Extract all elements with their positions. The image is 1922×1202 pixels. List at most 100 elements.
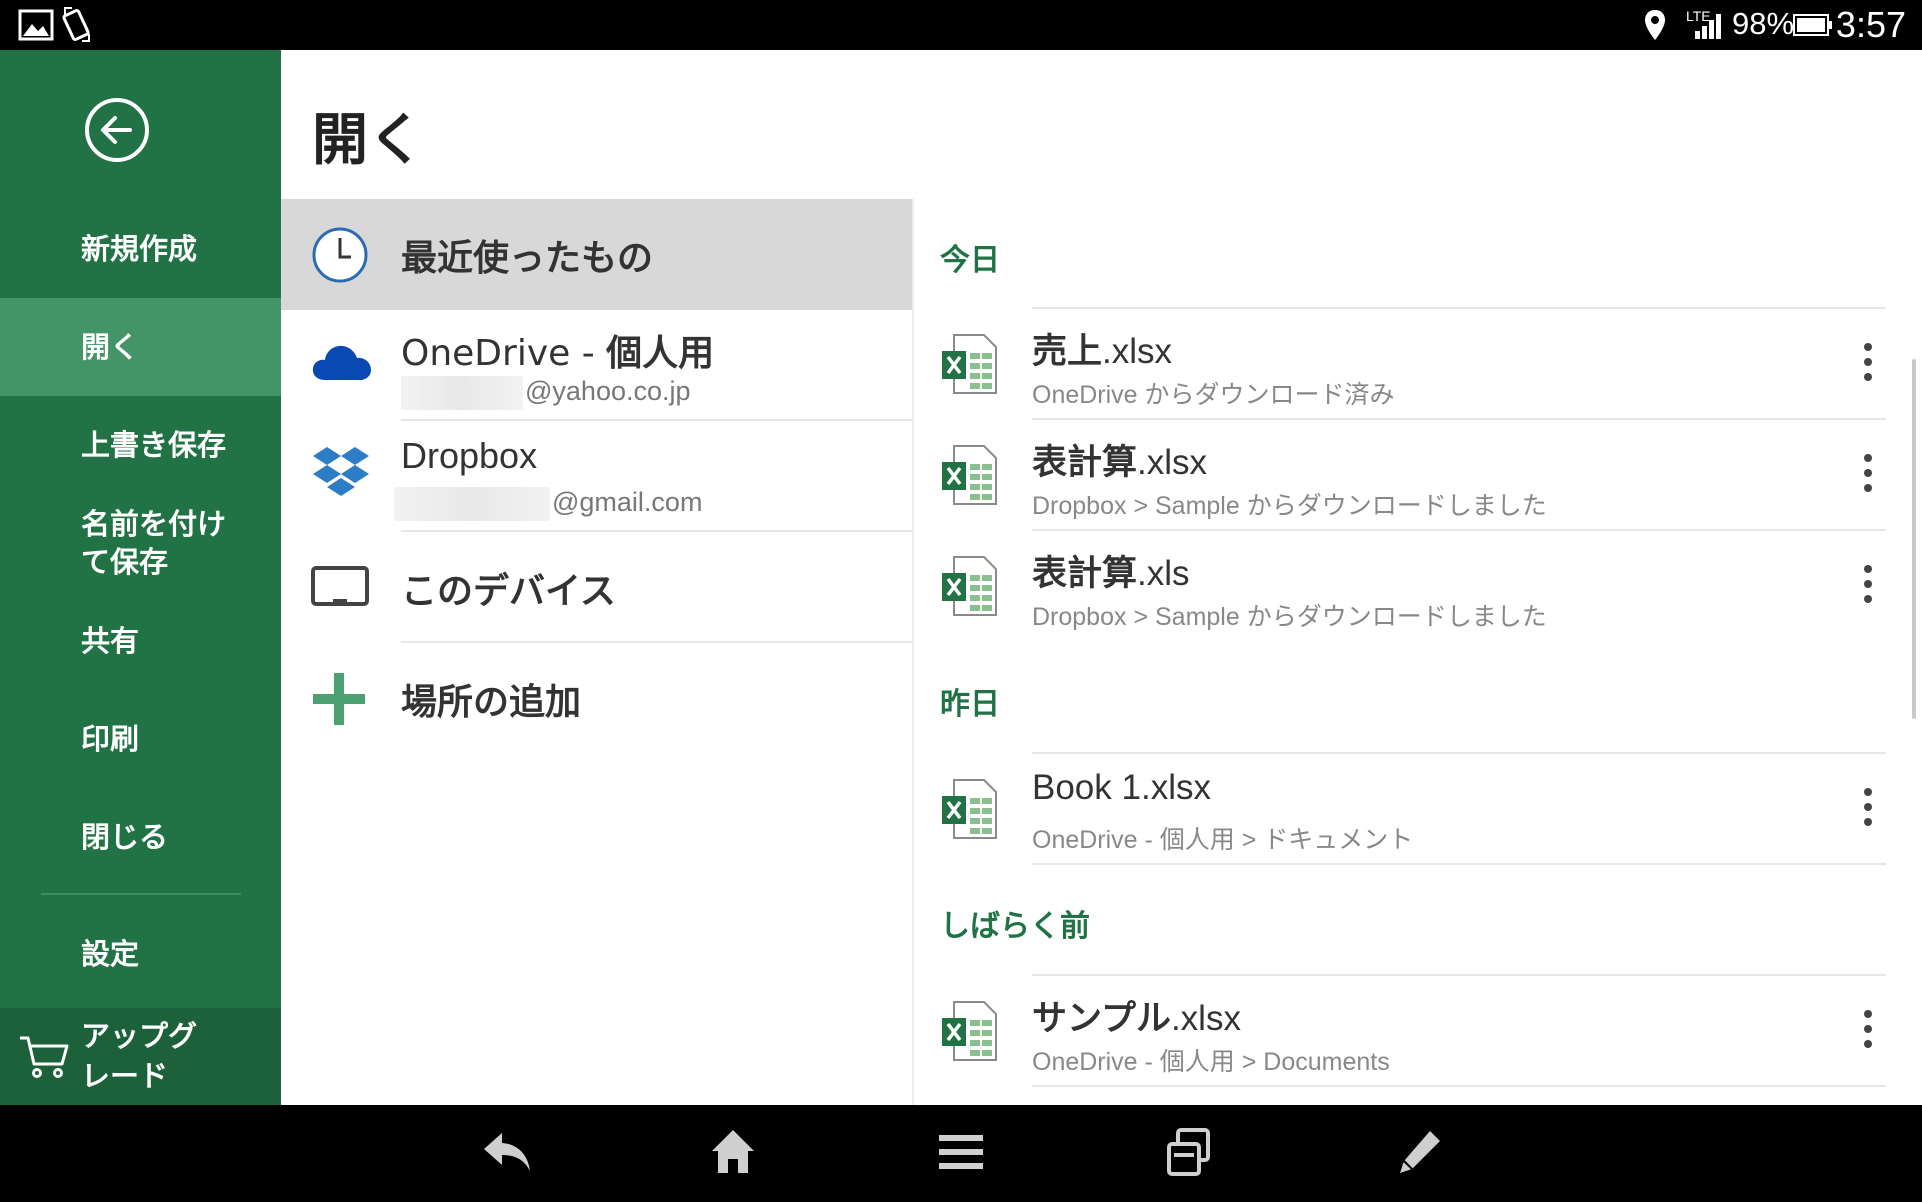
sidebar-item-label: 上書き保存 bbox=[81, 428, 227, 462]
file-extension: .xlsx bbox=[1170, 999, 1241, 1038]
plus-icon bbox=[313, 673, 365, 725]
place-account: @gmail.com bbox=[394, 487, 702, 521]
backstage-sidebar: 新規作成 開く 上書き保存 名前を付け て保存 共有 印刷 閉じる 設定 アップ… bbox=[0, 50, 281, 1105]
account-email: @gmail.com bbox=[552, 487, 703, 518]
file-name: 表計算.xls bbox=[1032, 545, 1190, 596]
separator bbox=[1032, 863, 1886, 865]
file-base-name: 売上 bbox=[1032, 332, 1103, 372]
scrollbar[interactable] bbox=[1912, 359, 1916, 719]
sidebar-item-label: 共有 bbox=[81, 624, 140, 658]
file-row[interactable]: サンプル.xlsx OneDrive - 個人用 > Documents bbox=[914, 976, 1922, 1087]
place-label: Dropbox bbox=[401, 435, 538, 476]
file-base-name: 表計算 bbox=[1032, 554, 1138, 594]
file-extension: .xlsx bbox=[1140, 768, 1211, 807]
recent-apps-icon[interactable] bbox=[1164, 1127, 1214, 1177]
place-label: OneDrive - 個人用 bbox=[401, 324, 714, 376]
file-row[interactable]: 売上.xlsx OneDrive からダウンロード済み bbox=[914, 309, 1922, 420]
file-extension: .xlsx bbox=[1137, 443, 1208, 482]
places-list: 最近使ったもの OneDrive - 個人用 @yahoo.co.jp Drop… bbox=[281, 199, 912, 1105]
more-vertical-icon[interactable] bbox=[1856, 561, 1880, 607]
group-heading-today: 今日 bbox=[940, 243, 1000, 278]
separator bbox=[1032, 1085, 1886, 1087]
sidebar-item-open[interactable]: 開く bbox=[0, 298, 281, 396]
clock-time: 3:57 bbox=[1835, 4, 1906, 45]
sidebar-item-new[interactable]: 新規作成 bbox=[0, 200, 281, 298]
excel-open-screen: 新規作成 開く 上書き保存 名前を付け て保存 共有 印刷 閉じる 設定 アップ… bbox=[0, 50, 1922, 1105]
place-label-bold: 個人用 bbox=[606, 333, 715, 374]
sidebar-item-label: 新規作成 bbox=[81, 232, 198, 266]
file-row[interactable]: 表計算.xlsx Dropbox > Sample からダウンロードしました bbox=[914, 420, 1922, 531]
place-onedrive[interactable]: OneDrive - 個人用 @yahoo.co.jp bbox=[281, 310, 912, 421]
file-row[interactable]: Book 1.xlsx OneDrive - 個人用 > ドキュメント bbox=[914, 754, 1922, 865]
file-base-name: 表計算 bbox=[1032, 443, 1138, 483]
group-heading-yesterday: 昨日 bbox=[940, 687, 1000, 722]
sidebar-item-save-as[interactable]: 名前を付け て保存 bbox=[0, 494, 281, 592]
cloud-icon bbox=[312, 345, 371, 380]
sidebar-item-label: 設定 bbox=[81, 937, 140, 971]
more-vertical-icon[interactable] bbox=[1856, 1006, 1880, 1052]
location-icon bbox=[1645, 10, 1665, 40]
file-location: OneDrive - 個人用 > ドキュメント bbox=[1032, 826, 1414, 854]
place-label: 最近使ったもの bbox=[401, 238, 654, 279]
file-name: 表計算.xlsx bbox=[1032, 434, 1207, 485]
file-location: OneDrive - 個人用 > Documents bbox=[1032, 1048, 1390, 1076]
home-icon[interactable] bbox=[710, 1127, 756, 1177]
sidebar-item-close[interactable]: 閉じる bbox=[0, 788, 281, 886]
excel-file-icon bbox=[942, 334, 997, 394]
signal-icon bbox=[1695, 14, 1721, 39]
excel-file-icon bbox=[942, 556, 997, 616]
status-bar: LTE 98% 3:57 bbox=[0, 0, 1922, 50]
sidebar-item-settings[interactable]: 設定 bbox=[0, 905, 281, 1003]
more-vertical-icon[interactable] bbox=[1856, 339, 1880, 385]
place-label: 場所の追加 bbox=[401, 682, 582, 723]
more-vertical-icon[interactable] bbox=[1856, 450, 1880, 496]
place-recent[interactable]: 最近使ったもの bbox=[281, 199, 912, 310]
file-location: Dropbox > Sample からダウンロードしました bbox=[1032, 603, 1547, 631]
menu-icon[interactable] bbox=[936, 1127, 986, 1177]
more-vertical-icon[interactable] bbox=[1856, 784, 1880, 830]
battery-icon bbox=[1793, 14, 1832, 36]
excel-file-icon bbox=[942, 1001, 997, 1061]
file-name: 売上.xlsx bbox=[1032, 323, 1172, 374]
sidebar-item-save[interactable]: 上書き保存 bbox=[0, 396, 281, 494]
place-dropbox[interactable]: Dropbox @gmail.com bbox=[281, 421, 912, 532]
cart-icon bbox=[20, 1036, 69, 1078]
group-heading-earlier: しばらく前 bbox=[940, 909, 1090, 944]
back-icon[interactable] bbox=[480, 1127, 534, 1177]
page-title: 開く bbox=[312, 108, 424, 173]
sidebar-divider bbox=[41, 893, 241, 895]
pen-icon[interactable] bbox=[1394, 1127, 1444, 1177]
file-base-name: サンプル bbox=[1032, 999, 1171, 1039]
file-name: Book 1.xlsx bbox=[1032, 768, 1211, 808]
sidebar-item-label: 閉じる bbox=[81, 820, 169, 854]
recent-files-list: 今日 売上.xlsx OneDrive からダウンロード済み 表計算.xlsx bbox=[914, 199, 1922, 1105]
place-label-main: OneDrive - bbox=[401, 333, 607, 374]
redacted-block bbox=[401, 376, 523, 410]
image-notification-icon bbox=[18, 9, 54, 41]
excel-file-icon bbox=[942, 445, 997, 505]
file-extension: .xls bbox=[1137, 554, 1190, 593]
tablet-icon bbox=[311, 566, 369, 606]
place-add[interactable]: 場所の追加 bbox=[281, 643, 912, 754]
place-label: このデバイス bbox=[401, 571, 616, 612]
sidebar-item-label: 開く bbox=[81, 330, 140, 364]
sidebar-item-share[interactable]: 共有 bbox=[0, 592, 281, 690]
rotation-icon bbox=[62, 7, 90, 42]
upgrade-button[interactable]: アップグ レード bbox=[0, 1008, 281, 1105]
place-account: @yahoo.co.jp bbox=[401, 376, 691, 410]
file-row[interactable]: 表計算.xls Dropbox > Sample からダウンロードしました bbox=[914, 531, 1922, 642]
sidebar-item-label: 名前を付け て保存 bbox=[81, 507, 227, 579]
file-location: OneDrive からダウンロード済み bbox=[1032, 381, 1395, 409]
back-arrow-icon[interactable] bbox=[84, 97, 150, 163]
file-extension: .xlsx bbox=[1102, 332, 1173, 371]
redacted-block bbox=[394, 487, 550, 521]
place-this-device[interactable]: このデバイス bbox=[281, 532, 912, 643]
battery-percent: 98% bbox=[1732, 6, 1795, 41]
file-location: Dropbox > Sample からダウンロードしました bbox=[1032, 492, 1547, 520]
sidebar-item-label: 印刷 bbox=[81, 722, 140, 756]
dropbox-icon bbox=[313, 447, 369, 496]
sidebar-item-print[interactable]: 印刷 bbox=[0, 690, 281, 788]
navigation-bar bbox=[0, 1105, 1922, 1202]
file-base-name: Book 1 bbox=[1032, 768, 1141, 807]
account-email: @yahoo.co.jp bbox=[525, 376, 691, 407]
